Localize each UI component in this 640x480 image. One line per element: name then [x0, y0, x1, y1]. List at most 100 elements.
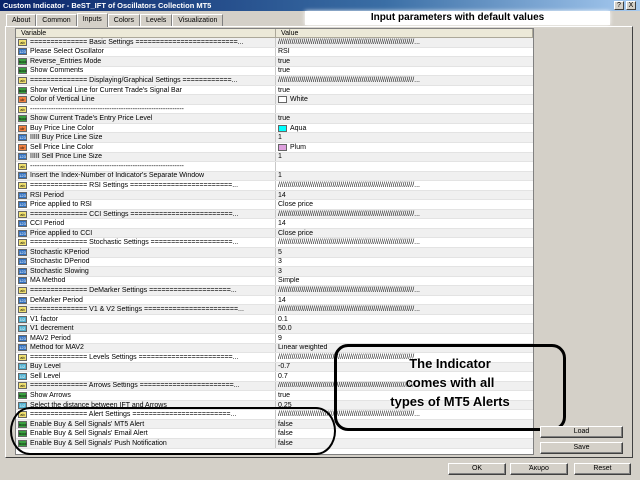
variable-cell: ab --------------------------------------… — [16, 104, 276, 114]
load-button[interactable]: Load — [540, 426, 623, 438]
value-cell[interactable]: 14 — [276, 191, 533, 200]
value-cell[interactable]: Aqua — [276, 124, 533, 133]
value-cell[interactable] — [276, 162, 533, 171]
input-row[interactable]: 1/2 V1 factor 0.1 — [16, 314, 533, 325]
ok-button[interactable]: OK — [448, 463, 506, 475]
input-row[interactable]: ab ============== Basic Settings ========… — [16, 38, 533, 48]
value-cell[interactable]: 5 — [276, 248, 533, 257]
reset-button[interactable]: Reset — [574, 463, 631, 475]
tab-inputs[interactable]: Inputs — [76, 13, 108, 27]
input-row[interactable]: clr Color of Vertical Line White — [16, 95, 533, 105]
input-row[interactable]: 123 IIIII Buy Price Line Size 1 — [16, 133, 533, 144]
variable-name: ============== Basic Settings ==========… — [30, 38, 244, 46]
value-cell[interactable]: ////////////////////////////////////////… — [276, 305, 533, 314]
input-row[interactable]: 123 Stochastic Slowing 3 — [16, 267, 533, 277]
integer-type-icon: 123 — [18, 153, 27, 161]
input-row[interactable]: 123 Stochastic DPeriod 3 — [16, 257, 533, 268]
input-row[interactable]: 123 Stochastic KPeriod 5 — [16, 248, 533, 258]
value-cell[interactable]: ////////////////////////////////////////… — [276, 238, 533, 247]
value-cell[interactable]: true — [276, 57, 533, 66]
help-button[interactable]: ? — [614, 1, 624, 10]
value-cell[interactable]: Close price — [276, 229, 533, 238]
value-cell[interactable]: 3 — [276, 258, 533, 267]
variable-name: Show Comments — [30, 67, 84, 75]
input-row[interactable]: 123 Price applied to CCI Close price — [16, 228, 533, 239]
input-row[interactable]: bool Show Current Trade's Entry Price Lev… — [16, 114, 533, 124]
value-cell[interactable]: ////////////////////////////////////////… — [276, 38, 533, 47]
tab-levels[interactable]: Levels — [140, 14, 173, 26]
tab-about[interactable]: About — [6, 14, 37, 26]
input-row[interactable]: 1/2 V1 decrement 50.0 — [16, 324, 533, 334]
value-cell[interactable]: 14 — [276, 219, 533, 228]
variable-name: Show Vertical Line for Current Trade's S… — [30, 86, 182, 94]
value-cell[interactable]: ////////////////////////////////////////… — [276, 76, 533, 85]
tab-visualization[interactable]: Visualization — [172, 14, 224, 26]
input-row[interactable]: 123 MA Method Simple — [16, 276, 533, 287]
value-cell[interactable]: true — [276, 86, 533, 95]
variable-name: Buy Price Line Color — [30, 124, 94, 132]
input-row[interactable]: 123 MAV2 Period 9 — [16, 333, 533, 344]
close-button[interactable]: X — [626, 1, 636, 10]
input-row[interactable]: ab ============== Stochastic Settings ===… — [16, 238, 533, 249]
variable-cell: ab ============== V1 & V2 Settings ======… — [16, 305, 276, 314]
input-row[interactable]: ab ============== CCI Settings ==========… — [16, 209, 533, 220]
value-cell[interactable]: ////////////////////////////////////////… — [276, 210, 533, 219]
input-row[interactable]: 123 CCI Period 14 — [16, 219, 533, 229]
input-row[interactable]: 123 Insert the Index-Number of Indicator'… — [16, 171, 533, 182]
input-row[interactable]: 123 Price applied to RSI Close price — [16, 200, 533, 210]
input-row[interactable]: clr Sell Price Line Color Plum — [16, 143, 533, 153]
input-row[interactable]: ab --------------------------------------… — [16, 104, 533, 115]
value-cell[interactable]: 0.1 — [276, 315, 533, 324]
value-text: ////////////////////////////////////////… — [278, 287, 420, 294]
value-text: 0.1 — [278, 315, 288, 323]
tab-common[interactable]: Common — [36, 14, 77, 26]
save-button[interactable]: Save — [540, 442, 623, 454]
variable-name: Stochastic KPeriod — [30, 248, 90, 256]
value-cell[interactable]: 1 — [276, 153, 533, 162]
value-cell[interactable]: true — [276, 114, 533, 123]
input-row[interactable]: ab ============== Displaying/Graphical Se… — [16, 76, 533, 86]
column-header-variable[interactable]: Variable — [16, 29, 276, 37]
cancel-button[interactable]: Άκυρο — [510, 463, 568, 475]
input-row[interactable]: ab ============== V1 & V2 Settings ======… — [16, 305, 533, 315]
variable-cell: ab ============== Stochastic Settings ===… — [16, 238, 276, 248]
input-row[interactable]: 123 RSI Period 14 — [16, 190, 533, 201]
color-type-icon: clr — [18, 96, 27, 104]
input-row[interactable]: ab ============== DeMarker Settings =====… — [16, 286, 533, 296]
value-cell[interactable]: Simple — [276, 277, 533, 286]
string-type-icon: ab — [18, 382, 27, 390]
value-cell[interactable]: 9 — [276, 334, 533, 343]
input-row[interactable]: 123 IIIII Sell Price Line Size 1 — [16, 152, 533, 163]
input-row[interactable]: clr Buy Price Line Color Aqua — [16, 123, 533, 134]
value-text: ////////////////////////////////////////… — [278, 76, 420, 84]
value-cell[interactable]: true — [276, 67, 533, 76]
input-row[interactable]: ab --------------------------------------… — [16, 162, 533, 172]
value-cell[interactable]: ////////////////////////////////////////… — [276, 286, 533, 295]
variable-name: IIIII Buy Price Line Size — [30, 134, 103, 142]
value-text: White — [290, 96, 308, 104]
value-cell[interactable]: 3 — [276, 267, 533, 276]
value-cell[interactable]: 1 — [276, 133, 533, 142]
input-row[interactable]: ab ============== RSI Settings ==========… — [16, 181, 533, 191]
value-cell[interactable]: Plum — [276, 143, 533, 152]
variable-cell: 1/2 V1 decrement — [16, 324, 276, 333]
variable-cell: 123 Insert the Index-Number of Indicator'… — [16, 171, 276, 181]
value-cell[interactable]: 14 — [276, 296, 533, 305]
input-row[interactable]: 123 DeMarker Period 14 — [16, 295, 533, 306]
variable-cell: 123 Stochastic KPeriod — [16, 248, 276, 257]
value-cell[interactable]: 1 — [276, 172, 533, 181]
input-row[interactable]: bool Show Comments true — [16, 66, 533, 77]
value-cell[interactable]: 50.0 — [276, 324, 533, 333]
value-cell[interactable]: RSI — [276, 48, 533, 57]
input-row[interactable]: bool Show Vertical Line for Current Trade… — [16, 85, 533, 96]
variable-name: MAV2 Period — [30, 334, 71, 342]
tab-colors[interactable]: Colors — [107, 14, 141, 26]
column-header-value[interactable]: Value — [276, 29, 533, 37]
variable-cell: 123 Price applied to CCI — [16, 228, 276, 238]
value-cell[interactable] — [276, 105, 533, 114]
input-row[interactable]: bool Reverse_Entries Mode true — [16, 57, 533, 67]
value-cell[interactable]: White — [276, 95, 533, 104]
value-cell[interactable]: ////////////////////////////////////////… — [276, 181, 533, 190]
value-cell[interactable]: Close price — [276, 200, 533, 209]
input-row[interactable]: 123 Please Select Oscillator RSI — [16, 47, 533, 58]
